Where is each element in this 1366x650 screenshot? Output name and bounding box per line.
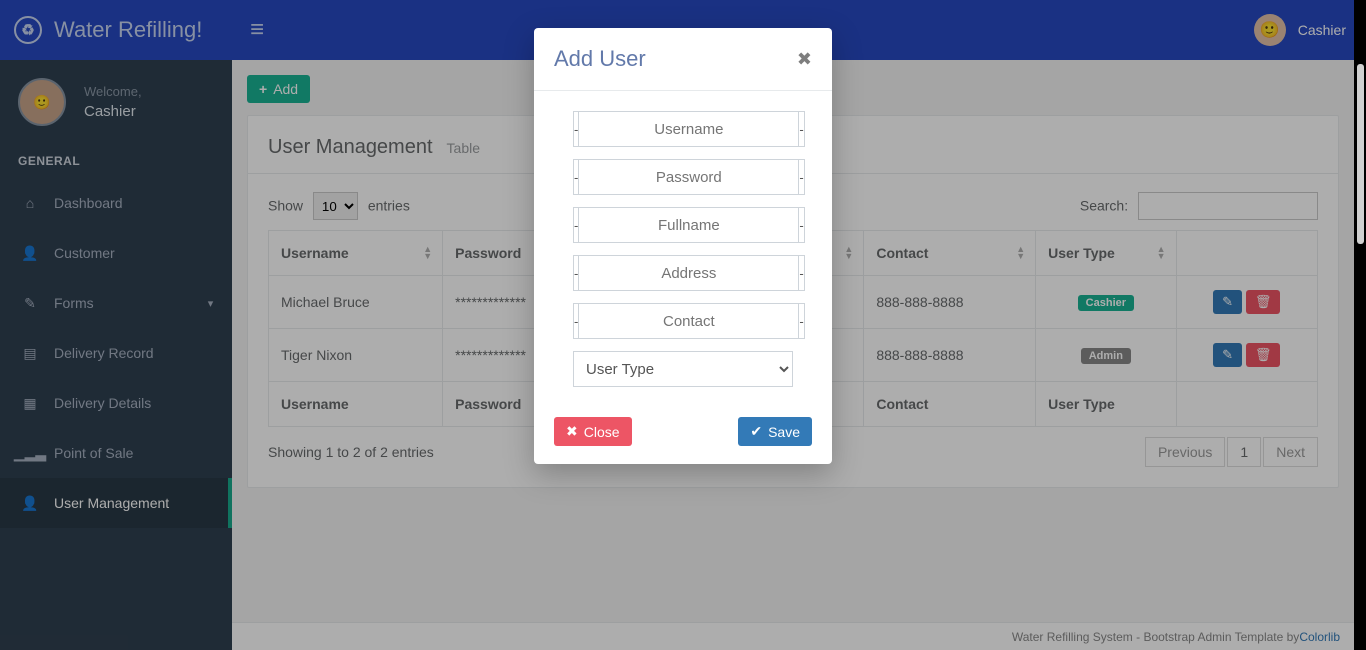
scrollbar[interactable] <box>1357 64 1364 244</box>
addon-right: - <box>799 111 804 147</box>
close-button[interactable]: ✖ Close <box>554 417 632 446</box>
contact-field[interactable] <box>578 303 799 339</box>
address-field[interactable] <box>578 255 799 291</box>
username-field[interactable] <box>578 111 799 147</box>
save-button[interactable]: ✔ Save <box>738 417 812 446</box>
addon-right: - <box>799 207 804 243</box>
save-button-label: Save <box>768 424 800 440</box>
password-field[interactable] <box>578 159 799 195</box>
check-icon: ✔ <box>750 423 762 440</box>
modal-add-user: Add User ✖ - - - - - - - - - - <box>534 28 832 464</box>
addon-right: - <box>799 159 804 195</box>
fullname-field[interactable] <box>578 207 799 243</box>
addon-right: - <box>799 303 804 339</box>
close-icon[interactable]: ✖ <box>797 49 812 70</box>
close-button-label: Close <box>584 424 620 440</box>
user-type-select[interactable]: User Type <box>573 351 793 387</box>
modal-title: Add User <box>554 46 646 72</box>
addon-right: - <box>799 255 804 291</box>
close-icon: ✖ <box>566 423 578 440</box>
